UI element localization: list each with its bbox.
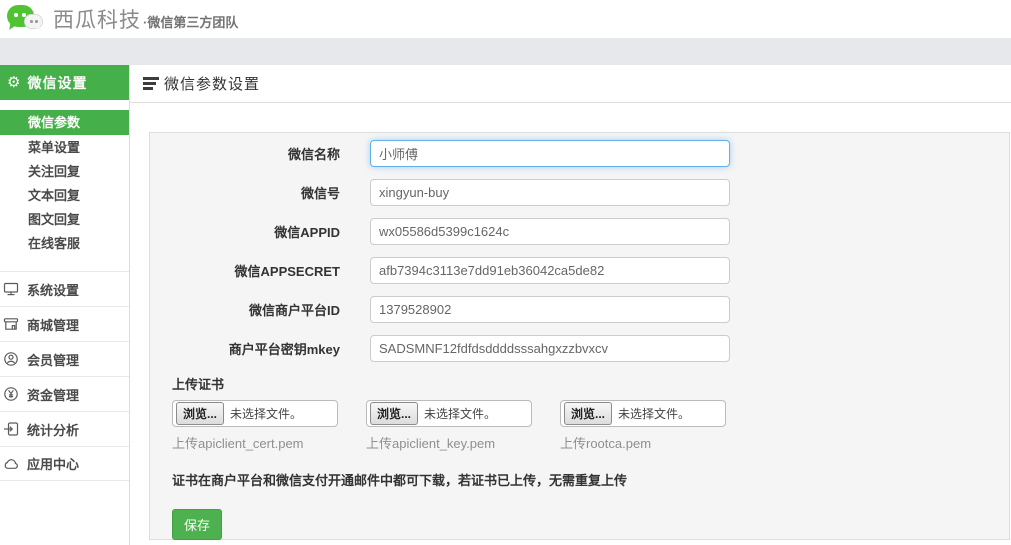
wechat-logo-icon: [7, 4, 51, 34]
header-divider-band: [0, 38, 1011, 65]
wechat-name-input[interactable]: [370, 140, 730, 167]
sidebar-item-label: 统计分析: [27, 420, 79, 439]
appsecret-input[interactable]: [370, 257, 730, 284]
apiclient-key-hint: 上传apiclient_key.pem: [366, 433, 532, 452]
form-row: 微信APPSECRET: [150, 257, 1009, 284]
page-title-bar: 微信参数设置: [130, 65, 1011, 103]
upload-cert-label: 上传证书: [172, 374, 1009, 393]
mkey-label: 商户平台密钥mkey: [150, 339, 340, 358]
mkey-input[interactable]: [370, 335, 730, 362]
no-file-text: 未选择文件。: [230, 405, 302, 422]
sidebar-item-system-settings[interactable]: 系统设置: [0, 271, 129, 306]
sidebar-header-label: 微信设置: [27, 73, 87, 93]
upload-row: 浏览... 未选择文件。 浏览... 未选择文件。 浏览... 未选择文件。: [150, 400, 1009, 427]
appsecret-label: 微信APPSECRET: [150, 261, 340, 280]
sidebar-item-label: 系统设置: [27, 280, 79, 299]
no-file-text: 未选择文件。: [424, 405, 496, 422]
stats-icon: [3, 421, 20, 437]
sidebar-item-wechat-settings[interactable]: ⚙ 微信设置: [0, 65, 129, 100]
sidebar-item-app-center[interactable]: 应用中心: [0, 446, 129, 481]
sidebar-item-statistics[interactable]: 统计分析: [0, 411, 129, 446]
cert-note: 证书在商户平台和微信支付开通邮件中都可下载，若证书已上传，无需重复上传: [172, 470, 1009, 489]
sidebar-item-wechat-params[interactable]: 微信参数: [0, 110, 129, 135]
funds-icon: [3, 386, 20, 402]
sidebar-item-label: 应用中心: [27, 454, 79, 473]
sidebar-item-mall-management[interactable]: 商城管理: [0, 306, 129, 341]
monitor-icon: [3, 281, 20, 297]
sidebar: ⚙ 微信设置 微信参数 菜单设置 关注回复 文本回复 图文回复 在线客服 系统设…: [0, 65, 130, 545]
store-icon: [3, 316, 20, 332]
sidebar-item-funds-management[interactable]: 资金管理: [0, 376, 129, 411]
page-title: 微信参数设置: [164, 73, 260, 94]
form-row: 微信号: [150, 179, 1009, 206]
browse-button[interactable]: 浏览...: [176, 402, 224, 425]
rootca-hint: 上传rootca.pem: [560, 433, 726, 452]
form-row: 商户平台密钥mkey: [150, 335, 1009, 362]
main-content: 微信参数设置 微信名称 微信号 微信APPID 微信APPSECRET 微信商户…: [130, 65, 1011, 545]
browse-button[interactable]: 浏览...: [370, 402, 418, 425]
brand-name: 西瓜科技: [53, 4, 141, 34]
app-header: 西瓜科技 ·微信第三方团队: [0, 0, 1011, 38]
appid-label: 微信APPID: [150, 222, 340, 241]
sidebar-item-online-service[interactable]: 在线客服: [0, 232, 129, 256]
wechat-name-label: 微信名称: [150, 144, 340, 163]
sidebar-item-text-reply[interactable]: 文本回复: [0, 184, 129, 208]
form-row: 微信商户平台ID: [150, 296, 1009, 323]
file-input-apiclient-cert[interactable]: 浏览... 未选择文件。: [172, 400, 338, 427]
sidebar-item-menu-settings[interactable]: 菜单设置: [0, 136, 129, 160]
form-row: 微信名称: [150, 140, 1009, 167]
sidebar-item-news-reply[interactable]: 图文回复: [0, 208, 129, 232]
sidebar-item-member-management[interactable]: 会员管理: [0, 341, 129, 376]
upload-hint-row: 上传apiclient_cert.pem 上传apiclient_key.pem…: [150, 433, 1009, 452]
sidebar-item-follow-reply[interactable]: 关注回复: [0, 160, 129, 184]
merchant-id-label: 微信商户平台ID: [150, 300, 340, 319]
brand-subtitle: ·微信第三方团队: [143, 7, 238, 31]
cloud-icon: [3, 456, 20, 472]
sidebar-item-label: 会员管理: [27, 350, 79, 369]
merchant-id-input[interactable]: [370, 296, 730, 323]
form-row: 微信APPID: [150, 218, 1009, 245]
list-icon: [143, 77, 160, 90]
wechat-id-label: 微信号: [150, 183, 340, 202]
wechat-id-input[interactable]: [370, 179, 730, 206]
save-button[interactable]: 保存: [172, 509, 222, 540]
apiclient-cert-hint: 上传apiclient_cert.pem: [172, 433, 338, 452]
sidebar-item-label: 资金管理: [27, 385, 79, 404]
no-file-text: 未选择文件。: [618, 405, 690, 422]
browse-button[interactable]: 浏览...: [564, 402, 612, 425]
gear-icon: ⚙: [7, 75, 20, 90]
file-input-rootca[interactable]: 浏览... 未选择文件。: [560, 400, 726, 427]
member-icon: [3, 351, 20, 367]
appid-input[interactable]: [370, 218, 730, 245]
file-input-apiclient-key[interactable]: 浏览... 未选择文件。: [366, 400, 532, 427]
sidebar-item-label: 商城管理: [27, 315, 79, 334]
wechat-params-form: 微信名称 微信号 微信APPID 微信APPSECRET 微信商户平台ID 商户…: [149, 132, 1010, 540]
